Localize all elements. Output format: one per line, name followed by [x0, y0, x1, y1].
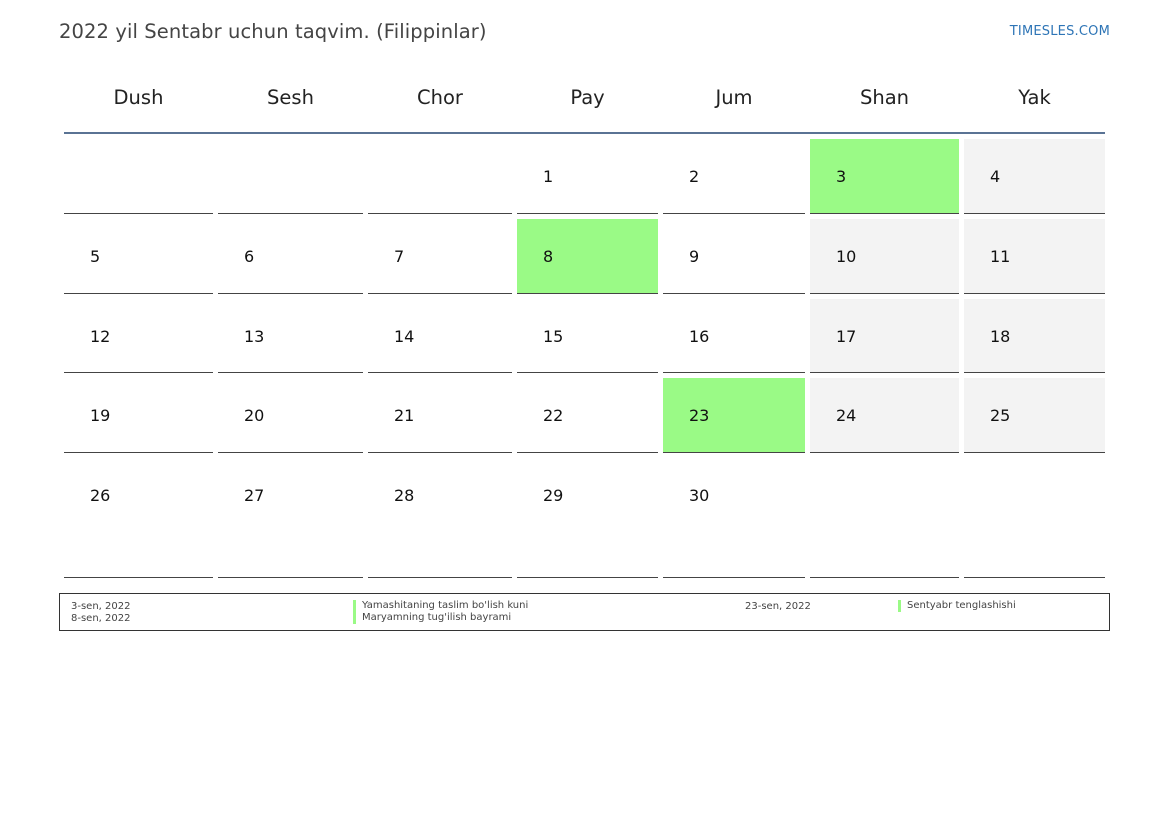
- holiday-day-cell[interactable]: 3: [810, 139, 959, 214]
- day-number: 25: [990, 406, 1011, 425]
- weekday-label: Pay: [570, 86, 605, 109]
- day-number: 27: [244, 486, 265, 505]
- day-number: 10: [836, 247, 857, 266]
- day-cell[interactable]: 28: [368, 458, 512, 578]
- empty-day-cell: [218, 139, 363, 214]
- day-number: 19: [90, 406, 111, 425]
- day-number: 6: [244, 247, 255, 266]
- day-number: 30: [689, 486, 710, 505]
- weekday-label: Sesh: [267, 86, 314, 109]
- day-number: 28: [394, 486, 415, 505]
- legend-date: 8-sen, 2022: [71, 613, 131, 624]
- day-cell[interactable]: 20: [218, 378, 363, 453]
- day-number: 9: [689, 247, 700, 266]
- day-cell[interactable]: 29: [517, 458, 658, 578]
- day-number: 8: [543, 247, 554, 266]
- day-number: 29: [543, 486, 564, 505]
- day-cell[interactable]: 5: [64, 219, 213, 294]
- day-cell[interactable]: 4: [964, 139, 1105, 214]
- day-number: 26: [90, 486, 111, 505]
- day-cell[interactable]: 16: [663, 299, 805, 373]
- day-cell[interactable]: 22: [517, 378, 658, 453]
- day-number: 13: [244, 327, 265, 346]
- day-cell[interactable]: 6: [218, 219, 363, 294]
- day-cell[interactable]: 25: [964, 378, 1105, 453]
- legend-holiday-name: Sentyabr tenglashishi: [898, 600, 1016, 612]
- legend-date: 3-sen, 2022: [71, 601, 131, 612]
- day-number: 2: [689, 167, 700, 186]
- day-cell[interactable]: 17: [810, 299, 959, 373]
- day-number: 15: [543, 327, 564, 346]
- day-number: 4: [990, 167, 1001, 186]
- day-cell[interactable]: 30: [663, 458, 805, 578]
- day-number: 1: [543, 167, 554, 186]
- empty-day-cell: [64, 139, 213, 214]
- day-cell[interactable]: 24: [810, 378, 959, 453]
- day-number: 7: [394, 247, 405, 266]
- holiday-legend: 3-sen, 2022 Yamashitaning taslim bo'lish…: [59, 593, 1110, 631]
- legend-holiday-name: Yamashitaning taslim bo'lish kuni: [353, 600, 528, 612]
- legend-date: 23-sen, 2022: [745, 601, 811, 612]
- weekday-label: Shan: [859, 86, 910, 109]
- day-cell[interactable]: 21: [368, 378, 512, 453]
- day-number: 11: [990, 247, 1011, 266]
- day-cell[interactable]: 19: [64, 378, 213, 453]
- day-cell[interactable]: 7: [368, 219, 512, 294]
- empty-day-cell: [810, 458, 959, 578]
- day-cell[interactable]: 10: [810, 219, 959, 294]
- day-number: 14: [394, 327, 415, 346]
- day-cell[interactable]: 12: [64, 299, 213, 373]
- day-cell[interactable]: 14: [368, 299, 512, 373]
- day-number: 20: [244, 406, 265, 425]
- calendar-title: 2022 yil Sentabr uchun taqvim. (Filippin…: [59, 20, 487, 43]
- day-cell[interactable]: 1: [517, 139, 658, 214]
- day-number: 18: [990, 327, 1011, 346]
- empty-day-cell: [964, 458, 1105, 578]
- day-cell[interactable]: 27: [218, 458, 363, 578]
- day-number: 22: [543, 406, 564, 425]
- weekday-label: Yak: [1018, 86, 1051, 109]
- day-cell[interactable]: 2: [663, 139, 805, 214]
- weekday-label: Chor: [417, 86, 463, 109]
- day-cell[interactable]: 9: [663, 219, 805, 294]
- day-cell[interactable]: 13: [218, 299, 363, 373]
- weekday-label: Dush: [113, 86, 164, 109]
- day-number: 24: [836, 406, 857, 425]
- day-number: 17: [836, 327, 857, 346]
- holiday-day-cell[interactable]: 23: [663, 378, 805, 453]
- holiday-day-cell[interactable]: 8: [517, 219, 658, 294]
- day-number: 21: [394, 406, 415, 425]
- day-cell[interactable]: 11: [964, 219, 1105, 294]
- day-cell[interactable]: 18: [964, 299, 1105, 373]
- day-number: 23: [689, 406, 710, 425]
- day-cell[interactable]: 26: [64, 458, 213, 578]
- weekday-header: Dush Sesh Chor Pay Jum Shan Yak: [64, 64, 1105, 134]
- empty-day-cell: [368, 139, 512, 214]
- day-number: 12: [90, 327, 111, 346]
- legend-holiday-name: Maryamning tug'ilish bayrami: [353, 612, 511, 624]
- day-cell[interactable]: 15: [517, 299, 658, 373]
- site-link[interactable]: TIMESLES.COM: [1010, 24, 1110, 39]
- day-number: 3: [836, 167, 847, 186]
- day-number: 16: [689, 327, 710, 346]
- day-number: 5: [90, 247, 101, 266]
- weekday-label: Jum: [715, 86, 753, 109]
